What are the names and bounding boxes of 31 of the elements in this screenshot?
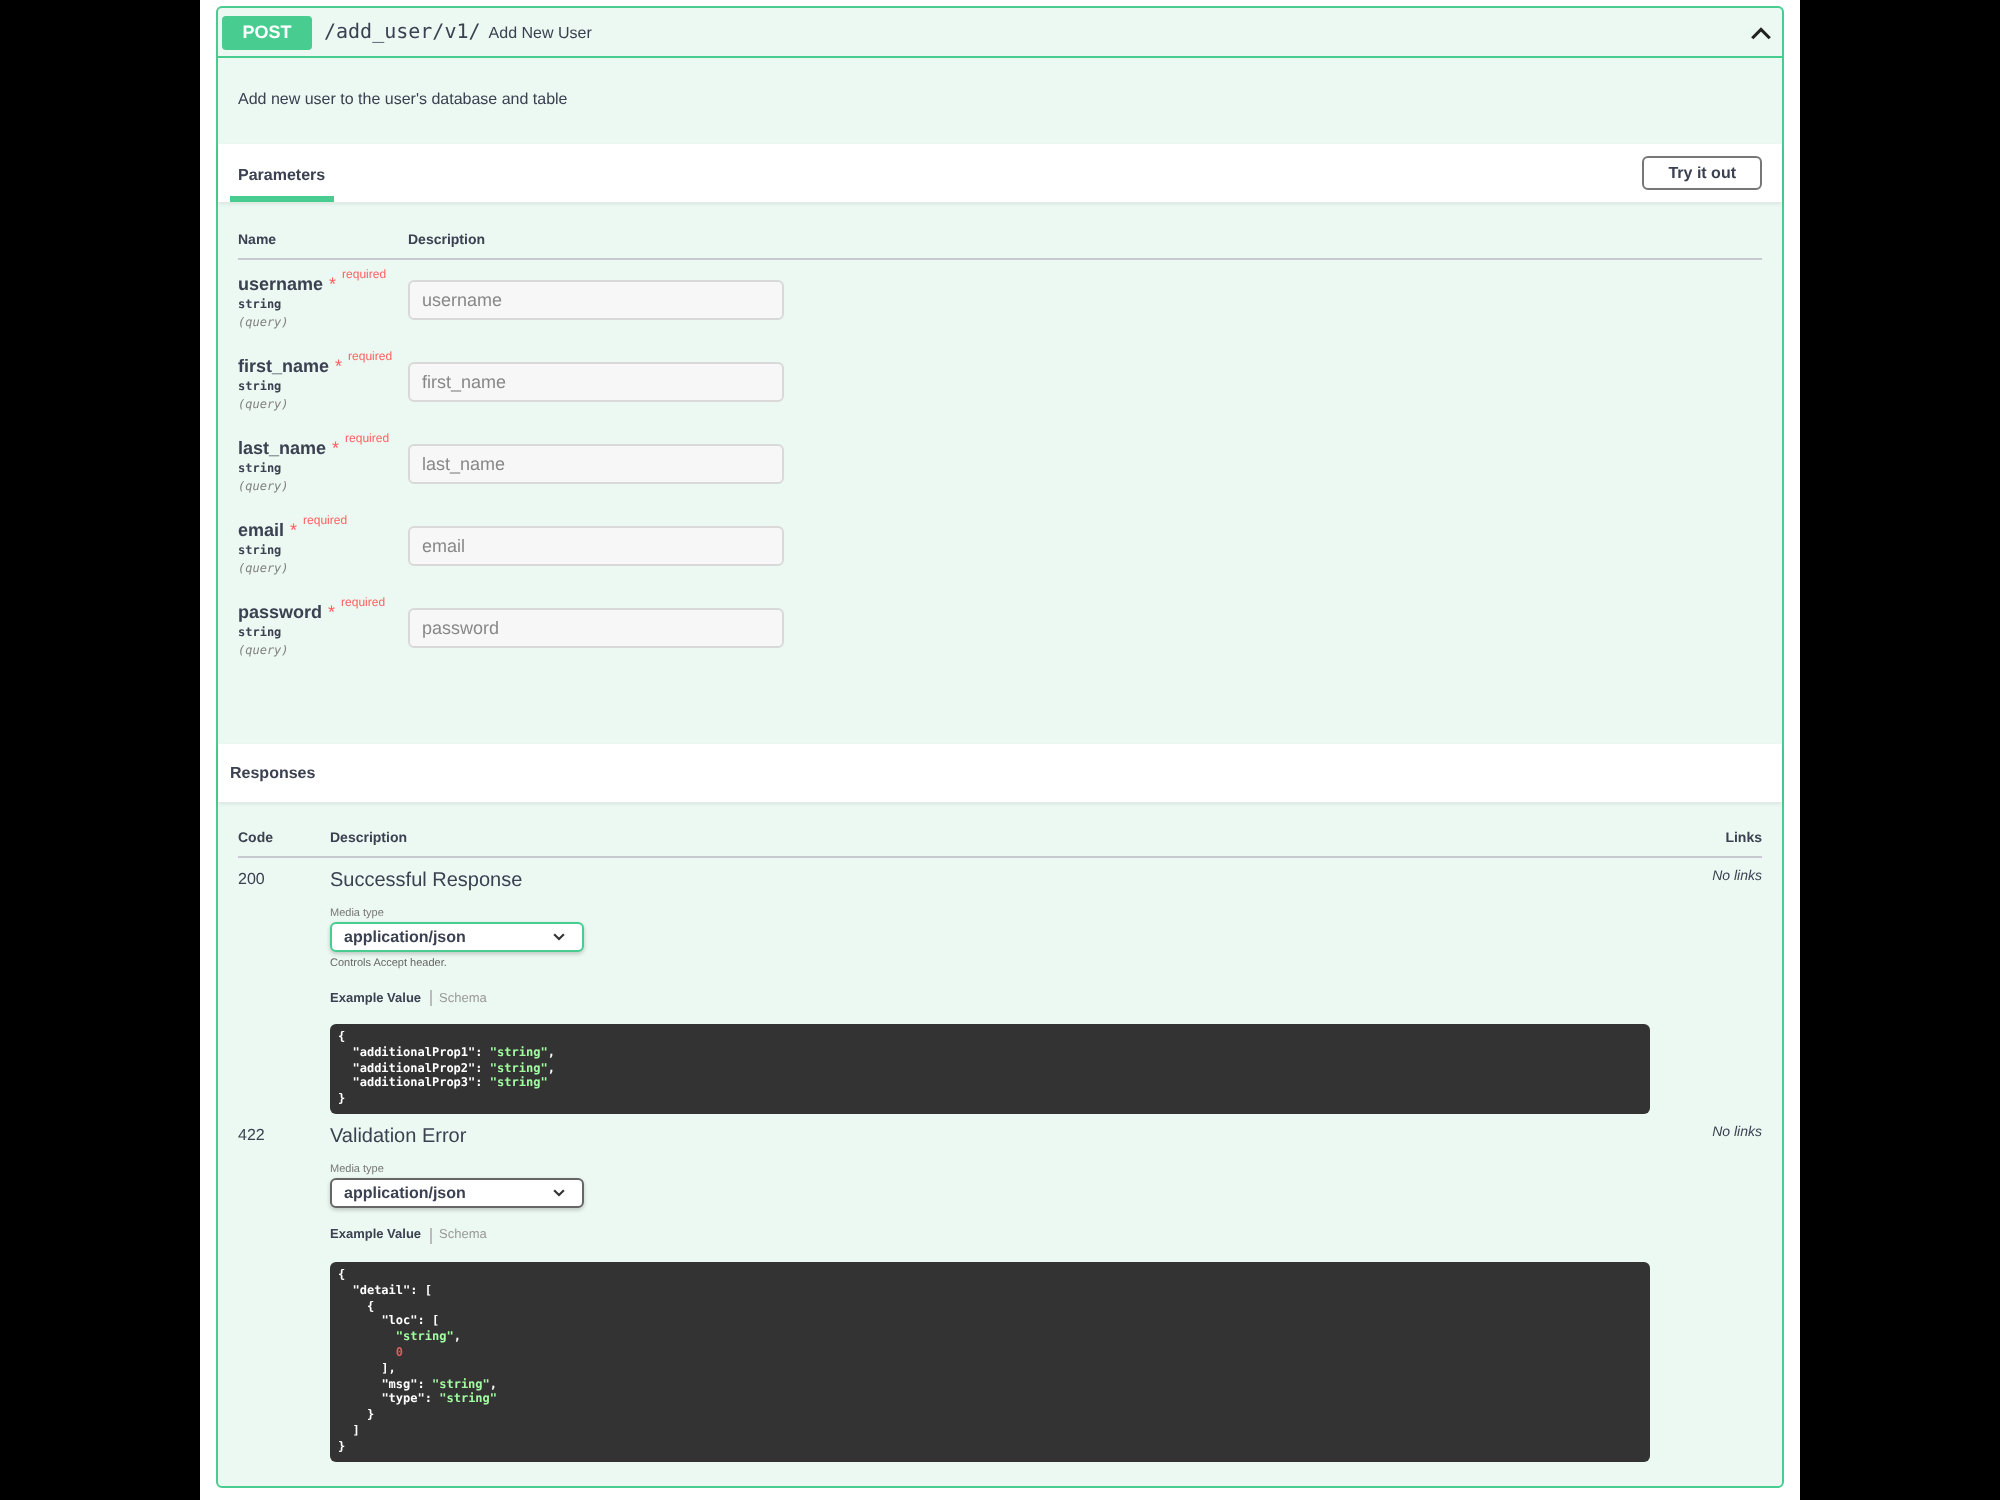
parameter-name: username: [238, 274, 324, 294]
parameter-name: first_name: [238, 356, 330, 376]
parameter-name: email: [238, 520, 285, 540]
endpoint-path: /add_user/v1/: [324, 21, 481, 43]
media-type-dropdown[interactable]: application/json: [330, 1177, 584, 1208]
input-field[interactable]: password: [408, 608, 784, 648]
input-field[interactable]: last_name: [408, 444, 784, 484]
required-asterisk: *: [328, 602, 336, 622]
input-field[interactable]: first_name: [408, 362, 784, 402]
response-description: Validation Error: [330, 1125, 469, 1148]
try-it-out-button[interactable]: Try it out: [1642, 156, 1762, 190]
method-badge: POST: [222, 15, 312, 49]
required-asterisk: *: [332, 438, 340, 458]
media-type-dropdown[interactable]: application/json: [330, 922, 584, 952]
input-field[interactable]: username: [408, 280, 784, 320]
caret-icon: [552, 1187, 566, 1198]
chevron-icon[interactable]: [1750, 25, 1772, 39]
response-code: 200: [238, 870, 267, 892]
required-asterisk: *: [335, 356, 343, 376]
caret-icon: [552, 932, 566, 942]
parameter-name: password: [238, 602, 323, 622]
required-asterisk: *: [290, 520, 298, 540]
response-description: Successful Response: [330, 870, 525, 892]
parameter-name: last_name: [238, 438, 327, 458]
responses-heading: Responses: [230, 764, 316, 782]
parameters-tab[interactable]: Parameters: [230, 146, 334, 202]
endpoint-summary: Add New User: [488, 23, 592, 41]
endpoint-description: Add new user to the user's database and table: [236, 88, 570, 112]
input-field[interactable]: email: [408, 526, 784, 566]
required-asterisk: *: [329, 274, 337, 294]
response-code: 422: [238, 1125, 267, 1148]
